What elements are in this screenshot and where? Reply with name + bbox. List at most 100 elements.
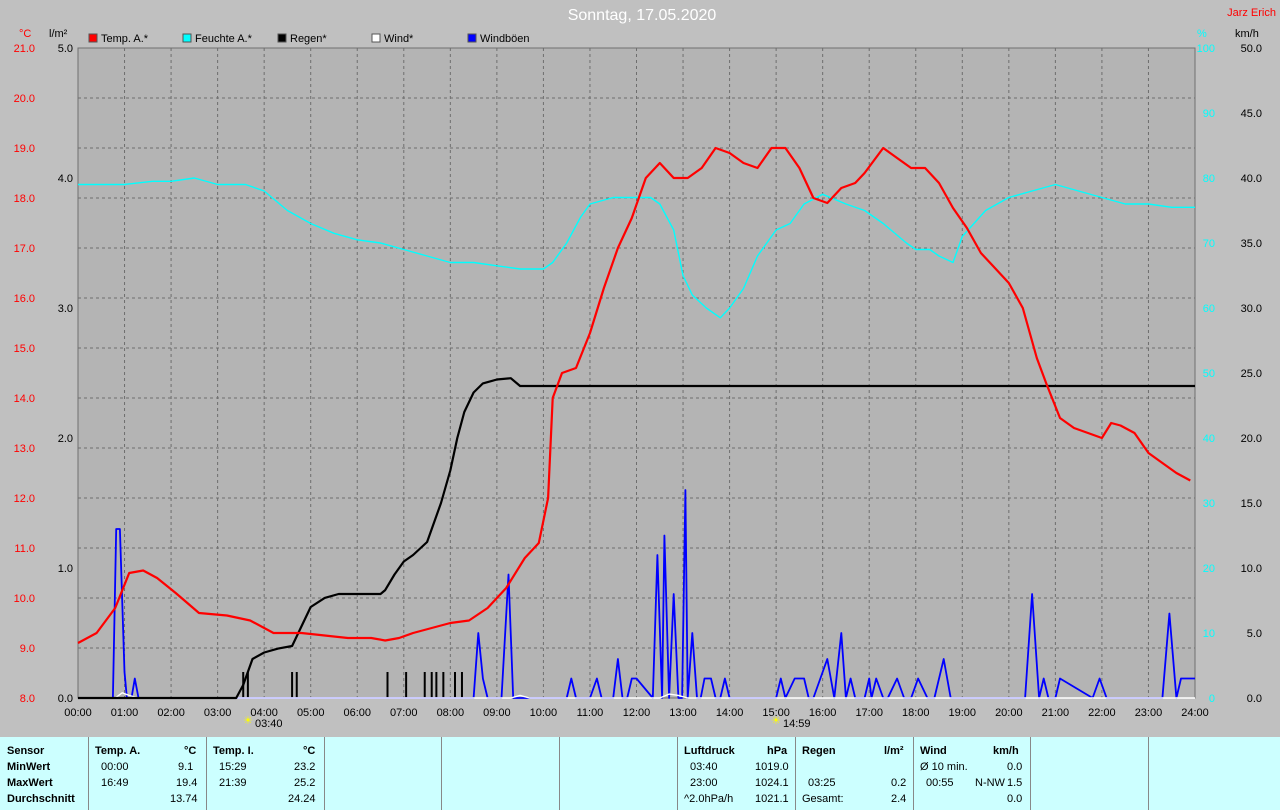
temp-i-head: Temp. I. bbox=[213, 745, 254, 757]
rain-total-label: Gesamt: bbox=[802, 793, 844, 805]
humidity-tick-label: 70 bbox=[1203, 238, 1215, 250]
temp-a-unit: °C bbox=[184, 745, 197, 757]
rain-tick-label: 5.0 bbox=[58, 43, 73, 55]
wind-tick-label: 25.0 bbox=[1241, 368, 1262, 380]
rain-unit-label: l/m² bbox=[49, 28, 68, 40]
legend-label-humidity: Feuchte A.* bbox=[195, 33, 253, 45]
x-tick-label: 16:00 bbox=[809, 707, 837, 719]
legend-swatch-rain bbox=[277, 33, 287, 43]
sensor-min-label: MinWert bbox=[7, 761, 51, 773]
humidity-tick-label: 20 bbox=[1203, 563, 1215, 575]
col-divider bbox=[677, 737, 678, 810]
temp-tick-label: 8.0 bbox=[20, 693, 35, 705]
temp-a-max-time: 16:49 bbox=[101, 777, 129, 789]
wind-tick-label: 50.0 bbox=[1241, 43, 1262, 55]
wind-tick-label: 5.0 bbox=[1247, 628, 1262, 640]
temp-i-max-val: 25.2 bbox=[294, 777, 316, 789]
wind-max-time: 00:55 bbox=[926, 777, 954, 789]
temp-tick-label: 15.0 bbox=[14, 343, 35, 355]
wind-axis-ticks: 0.0 5.0 10.0 15.0 20.0 25.0 30.0 35.0 40.0 45.0 50… bbox=[1241, 43, 1262, 705]
x-tick-label: 21:00 bbox=[1042, 707, 1070, 719]
humidity-tick-label: 60 bbox=[1203, 303, 1215, 315]
wind-tick-label: 35.0 bbox=[1241, 238, 1262, 250]
sun-icon: ☀ bbox=[243, 715, 253, 727]
x-tick-label: 02:00 bbox=[157, 707, 185, 719]
wind-tick-label: 20.0 bbox=[1241, 433, 1262, 445]
temp-unit-label: °C bbox=[19, 28, 31, 40]
col-divider bbox=[1148, 737, 1149, 810]
humidity-unit-label: % bbox=[1197, 28, 1207, 40]
temp-tick-label: 14.0 bbox=[14, 393, 35, 405]
weather-chart: 00:00 01:00 02:00 03:00 04:00 05:00 06:00 07:00… bbox=[14, 7, 1276, 730]
temp-a-avg: 13.74 bbox=[170, 793, 198, 805]
x-tick-label: 08:00 bbox=[437, 707, 465, 719]
col-divider bbox=[795, 737, 796, 810]
wind-max-val: 1.5 bbox=[1007, 777, 1023, 789]
wind-unit: km/h bbox=[993, 745, 1019, 757]
humidity-axis-ticks: 0 10 20 30 40 50 60 70 80 90 100 bbox=[1197, 43, 1215, 705]
rain-tick-label: 3.0 bbox=[58, 303, 73, 315]
temp-tick-label: 10.0 bbox=[14, 593, 35, 605]
temp-a-max-val: 19.4 bbox=[176, 777, 198, 789]
rain-axis-ticks: 0.0 1.0 2.0 3.0 4.0 5.0 bbox=[58, 43, 73, 705]
humidity-tick-label: 10 bbox=[1203, 628, 1215, 640]
humidity-tick-label: 90 bbox=[1203, 108, 1215, 120]
x-tick-label: 11:00 bbox=[577, 707, 604, 719]
rain-max-val: 0.2 bbox=[891, 777, 907, 789]
col-divider bbox=[206, 737, 207, 810]
x-tick-label: 23:00 bbox=[1135, 707, 1163, 719]
wind-avg: 0.0 bbox=[1007, 793, 1023, 805]
temp-axis-ticks: 8.0 9.0 10.0 11.0 12.0 13.0 14.0 15.0 16.0 17.0 18… bbox=[14, 43, 35, 705]
col-divider bbox=[1030, 737, 1031, 810]
legend-label-rain: Regen* bbox=[290, 33, 327, 45]
temp-a-min-val: 9.1 bbox=[178, 761, 194, 773]
x-tick-label: 07:00 bbox=[390, 707, 418, 719]
rain-tick-label: 4.0 bbox=[58, 173, 73, 185]
legend-label-temp: Temp. A.* bbox=[101, 33, 149, 45]
rain-tick-label: 2.0 bbox=[58, 433, 73, 445]
x-tick-label: 18:00 bbox=[902, 707, 930, 719]
temp-i-min-val: 23.2 bbox=[294, 761, 316, 773]
wind-tick-label: 30.0 bbox=[1241, 303, 1262, 315]
x-tick-label: 17:00 bbox=[855, 707, 883, 719]
x-tick-label: 14:00 bbox=[716, 707, 744, 719]
temp-tick-label: 21.0 bbox=[14, 43, 35, 55]
rain-tick-label: 0.0 bbox=[58, 693, 73, 705]
x-tick-label: 24:00 bbox=[1181, 707, 1209, 719]
summary-table: Sensor MinWert MaxWert Durchschnitt Temp… bbox=[0, 737, 1280, 810]
col-divider bbox=[913, 737, 914, 810]
pressure-max-val: 1024.1 bbox=[755, 777, 789, 789]
col-divider bbox=[88, 737, 89, 810]
pressure-trend: ^2.0hPa/h bbox=[684, 793, 734, 805]
temp-tick-label: 11.0 bbox=[14, 543, 35, 555]
legend-label-gusts: Windböen bbox=[480, 33, 530, 45]
col-divider bbox=[559, 737, 560, 810]
x-tick-label: 12:00 bbox=[623, 707, 651, 719]
legend-swatch-humidity bbox=[182, 33, 192, 43]
author-label: Jarz Erich bbox=[1227, 7, 1276, 19]
x-tick-label: 19:00 bbox=[949, 707, 977, 719]
x-tick-label: 01:00 bbox=[111, 707, 139, 719]
rain-max-time: 03:25 bbox=[808, 777, 836, 789]
pressure-head: Luftdruck bbox=[684, 745, 735, 757]
temp-tick-label: 20.0 bbox=[14, 93, 35, 105]
x-tick-label: 06:00 bbox=[343, 707, 371, 719]
temp-tick-label: 12.0 bbox=[14, 493, 35, 505]
x-tick-label: 00:00 bbox=[64, 707, 92, 719]
pressure-min-time: 03:40 bbox=[690, 761, 718, 773]
temp-i-avg: 24.24 bbox=[288, 793, 316, 805]
legend-swatch-gusts bbox=[467, 33, 477, 43]
humidity-tick-label: 40 bbox=[1203, 433, 1215, 445]
rain-head: Regen bbox=[802, 745, 836, 757]
wind-tick-label: 0.0 bbox=[1247, 693, 1262, 705]
temp-tick-label: 19.0 bbox=[14, 143, 35, 155]
x-axis-ticks: 00:00 01:00 02:00 03:00 04:00 05:00 06:00 07:00… bbox=[64, 707, 1209, 719]
humidity-tick-label: 30 bbox=[1203, 498, 1215, 510]
legend: Temp. A.* Feuchte A.* Regen* Wind* Windb… bbox=[88, 33, 530, 45]
sensor-max-label: MaxWert bbox=[7, 777, 53, 789]
temp-i-max-time: 21:39 bbox=[219, 777, 247, 789]
temp-i-min-time: 15:29 bbox=[219, 761, 247, 773]
wind-max-dir: N-NW bbox=[975, 777, 1005, 789]
temp-tick-label: 16.0 bbox=[14, 293, 35, 305]
rain-tick-label: 1.0 bbox=[58, 563, 73, 575]
